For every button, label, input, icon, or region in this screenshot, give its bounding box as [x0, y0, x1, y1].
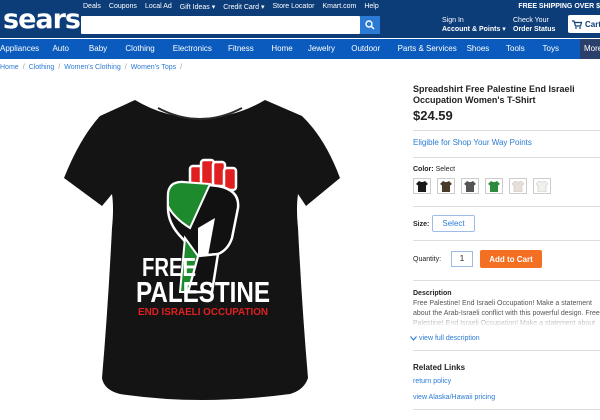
breadcrumb-separator: /: [58, 64, 61, 71]
divider: [413, 409, 600, 410]
util-link-help[interactable]: Help: [364, 3, 378, 11]
sign-in-label: Sign In: [442, 17, 464, 24]
size-label: Size:: [413, 221, 430, 228]
product-image[interactable]: FREE PALESTINE END ISRAELI OCCUPATION: [40, 78, 360, 418]
tshirt-icon: [416, 180, 428, 192]
util-link-local-ad[interactable]: Local Ad: [145, 3, 172, 11]
order-status-line2: Order Status: [513, 26, 556, 33]
nav-auto[interactable]: Auto: [39, 39, 88, 59]
tshirt-icon: [464, 180, 476, 192]
breadcrumb-home[interactable]: Home: [0, 64, 19, 71]
nav-parts-services[interactable]: Parts & Services: [398, 39, 467, 59]
nav-baby[interactable]: Baby: [89, 39, 125, 59]
color-swatches: [413, 178, 551, 194]
util-link-credit-card[interactable]: Credit Card ▾: [223, 3, 264, 11]
breadcrumb-separator: /: [180, 64, 183, 71]
sears-logo[interactable]: sears: [3, 4, 81, 35]
view-full-label: view full description: [419, 335, 480, 342]
color-label-value: Select: [435, 166, 456, 173]
divider: [413, 157, 600, 158]
description-fade: [413, 316, 600, 328]
divider: [413, 350, 600, 351]
color-swatch-brown[interactable]: [437, 178, 455, 194]
product-title: Spreadshirt Free Palestine End Israeli O…: [413, 84, 575, 105]
nav-tools[interactable]: Tools: [506, 39, 542, 59]
nav-appliances[interactable]: Appliances: [0, 39, 39, 59]
breadcrumb-womens-clothing[interactable]: Women's Clothing: [64, 64, 120, 71]
util-link-deals[interactable]: Deals: [83, 3, 101, 11]
color-swatch-green[interactable]: [485, 178, 503, 194]
quantity-input[interactable]: 1: [451, 251, 473, 267]
nav-jewelry[interactable]: Jewelry: [308, 39, 351, 59]
cart-icon: [572, 19, 582, 29]
site-header: sears Deals Coupons Local Ad Gift Ideas …: [0, 0, 600, 38]
chevron-down-icon: [410, 336, 417, 341]
divider: [413, 240, 600, 241]
nav-more[interactable]: More: [579, 39, 600, 59]
cart-label: Cart: [585, 19, 600, 29]
tshirt-icon: [536, 180, 548, 192]
color-swatch-gray[interactable]: [461, 178, 479, 194]
search-button[interactable]: [360, 16, 380, 34]
breadcrumb-clothing[interactable]: Clothing: [29, 64, 55, 71]
color-swatch-pink[interactable]: [509, 178, 527, 194]
util-link-kmart[interactable]: Kmart.com: [323, 3, 357, 11]
search-icon: [365, 20, 375, 30]
nav-fitness[interactable]: Fitness: [228, 39, 271, 59]
nav-outdoor[interactable]: Outdoor: [351, 39, 397, 59]
return-policy-link[interactable]: return policy: [413, 378, 451, 385]
nav-shoes[interactable]: Shoes: [467, 39, 506, 59]
sign-in-link[interactable]: Sign In Account & Points ▾: [442, 16, 506, 34]
product-price: $24.59: [413, 108, 453, 123]
alaska-hawaii-pricing-link[interactable]: view Alaska/Hawaii pricing: [413, 394, 495, 401]
description-heading: Description: [413, 290, 452, 297]
color-swatch-black[interactable]: [413, 178, 431, 194]
util-link-store-locator[interactable]: Store Locator: [272, 3, 314, 11]
free-shipping-banner: FREE SHIPPING OVER $: [518, 3, 600, 10]
util-link-coupons[interactable]: Coupons: [109, 3, 137, 11]
breadcrumb-separator: /: [124, 64, 127, 71]
shirt-text-occupation: END ISRAELI OCCUPATION: [138, 307, 268, 318]
order-status-line1: Check Your: [513, 17, 549, 24]
nav-home[interactable]: Home: [271, 39, 307, 59]
view-full-description-link[interactable]: view full description: [410, 335, 480, 342]
related-links-heading: Related Links: [413, 363, 466, 372]
breadcrumb: Home / Clothing / Women's Clothing / Women'…: [0, 64, 182, 71]
search-input[interactable]: [81, 16, 360, 34]
color-swatch-white[interactable]: [533, 178, 551, 194]
util-link-gift-ideas[interactable]: Gift Ideas ▾: [180, 3, 215, 11]
nav-electronics[interactable]: Electronics: [173, 39, 228, 59]
nav-toys[interactable]: Toys: [543, 39, 580, 59]
size-select[interactable]: Select: [432, 215, 475, 232]
order-status-link[interactable]: Check Your Order Status: [513, 16, 555, 34]
color-label: Color: Select: [413, 166, 455, 173]
shirt-text-palestine: PALESTINE: [136, 277, 270, 309]
shop-your-way-link[interactable]: Eligible for Shop Your Way Points: [413, 138, 532, 147]
tshirt-icon: [512, 180, 524, 192]
category-nav: Appliances Auto Baby Clothing Electronic…: [0, 39, 600, 59]
breadcrumb-separator: /: [22, 64, 25, 71]
utility-links: Deals Coupons Local Ad Gift Ideas ▾ Cred…: [83, 3, 379, 11]
divider: [413, 206, 600, 207]
tshirt-icon: [488, 180, 500, 192]
nav-clothing[interactable]: Clothing: [125, 39, 172, 59]
cart-button[interactable]: Cart: [568, 15, 600, 33]
add-to-cart-button[interactable]: Add to Cart: [480, 250, 542, 268]
breadcrumb-womens-tops[interactable]: Women's Tops: [131, 64, 176, 71]
divider: [413, 130, 600, 131]
quantity-label: Quantity:: [413, 256, 442, 263]
color-label-key: Color:: [413, 166, 434, 173]
tshirt-icon: [440, 180, 452, 192]
divider: [413, 280, 600, 281]
account-points-label: Account & Points ▾: [442, 26, 506, 33]
